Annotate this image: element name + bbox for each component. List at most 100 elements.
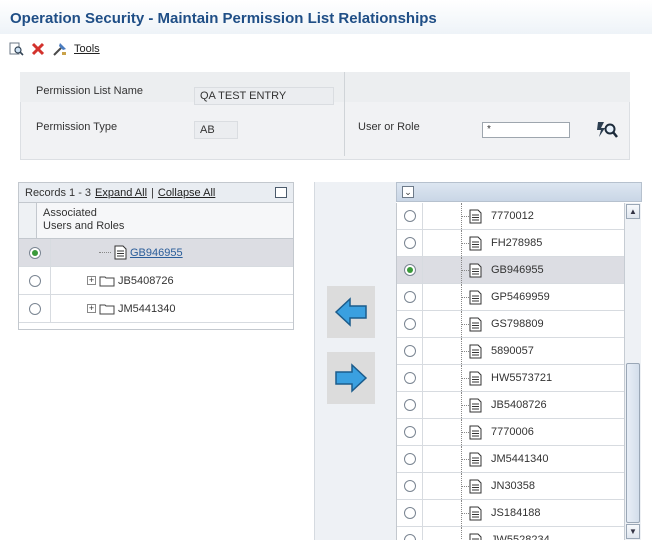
available-users-list: 7770012 FH278985 GB946955 GP5469959 GS798809… [396,203,624,540]
scroll-down-icon[interactable]: ▼ [626,524,640,539]
scroll-up-icon[interactable]: ▲ [626,204,640,219]
row-radio[interactable] [403,264,416,276]
row-radio[interactable] [28,274,41,287]
tree-node: + JB5408726 [87,275,174,287]
document-icon [469,425,482,439]
tree-line [423,257,469,283]
list-item[interactable]: GP5469959 [397,284,624,311]
document-icon [469,344,482,358]
tree-node: JS184188 [469,506,541,521]
tree-node: HW5573721 [469,371,552,386]
list-item[interactable]: GS798809 [397,311,624,338]
row-radio[interactable] [403,534,416,540]
header-select-cell [19,203,37,238]
expand-icon[interactable]: + [87,304,96,313]
select-cell [397,419,423,445]
select-cell [19,267,51,294]
user-or-role-label: User or Role [358,121,420,133]
tree-node: 7770012 [469,209,534,224]
list-item[interactable]: JB5408726 [397,392,624,419]
tree-node: GB946955 [469,263,544,278]
list-item[interactable]: HW5573721 [397,365,624,392]
row-radio[interactable] [403,345,416,357]
document-icon [469,263,482,277]
item-label: JB5408726 [491,399,547,411]
find-icon[interactable] [8,41,24,57]
row-radio[interactable] [403,237,416,249]
available-grid-header: ⌄ [396,182,642,202]
find-user-button[interactable] [596,119,618,139]
list-item[interactable]: GB946955 [397,257,624,284]
associated-users-header: Associated Users and Roles [37,203,293,238]
table-row[interactable]: + JB5408726 [19,267,293,295]
row-radio[interactable] [403,210,416,222]
table-row[interactable]: + JM5441340 [19,295,293,323]
folder-icon [99,304,115,314]
list-item[interactable]: FH278985 [397,230,624,257]
tree-line [423,419,469,445]
tree-line [423,392,469,418]
tree-line [423,500,469,526]
tree-node: JW5528234 [469,533,550,540]
item-label: 5890057 [491,345,534,357]
list-item[interactable]: 7770006 [397,419,624,446]
maximize-grid-icon[interactable] [275,187,287,198]
row-radio[interactable] [403,399,416,411]
expand-all-link[interactable]: Expand All [95,187,147,199]
tree-line [423,527,469,540]
node-label: JB5408726 [118,274,174,287]
row-radio[interactable] [28,246,41,259]
list-item[interactable]: JW5528234 [397,527,624,540]
node-link[interactable]: GB946955 [130,247,183,259]
add-button[interactable] [327,352,375,404]
tools-menu[interactable]: Tools [74,43,100,55]
scrollbar[interactable]: ▲ ▼ [624,203,641,540]
item-label: JN30358 [491,480,536,492]
item-label: 7770006 [491,426,534,438]
grid-toolbar: Records 1 - 3 Expand All | Collapse All [19,183,293,203]
row-radio[interactable] [28,302,41,315]
expand-icon[interactable]: + [87,276,96,285]
list-item[interactable]: 5890057 [397,338,624,365]
list-item[interactable]: 7770012 [397,203,624,230]
select-cell [397,338,423,364]
list-item[interactable]: JN30358 [397,473,624,500]
collapse-all-link[interactable]: Collapse All [158,187,215,199]
row-radio[interactable] [403,426,416,438]
row-radio[interactable] [403,480,416,492]
list-item[interactable]: JM5441340 [397,446,624,473]
select-cell [397,392,423,418]
tree-line [423,311,469,337]
right-arrow-icon [335,363,368,393]
item-label: GP5469959 [491,291,550,303]
select-cell [397,473,423,499]
tools-icon[interactable] [52,41,68,57]
search-icon [597,122,618,138]
row-radio[interactable] [403,372,416,384]
select-cell [397,365,423,391]
list-item[interactable]: JS184188 [397,500,624,527]
permission-type-label: Permission Type [36,121,118,133]
row-radio[interactable] [403,507,416,519]
tree-line [423,446,469,472]
tree-node: FH278985 [469,236,542,251]
scroll-thumb[interactable] [626,363,640,523]
tree-node: JM5441340 [469,452,549,467]
table-row[interactable]: GB946955 [19,239,293,267]
delete-icon[interactable] [30,41,46,57]
select-cell [19,295,51,322]
row-radio[interactable] [403,318,416,330]
item-label: JW5528234 [491,534,550,540]
tree-line [423,203,469,229]
node-label: JM5441340 [118,302,176,315]
select-cell [397,284,423,310]
chevron-down-icon[interactable]: ⌄ [402,186,414,198]
remove-button[interactable] [327,286,375,338]
select-cell [397,446,423,472]
document-icon [469,209,482,223]
row-radio[interactable] [403,291,416,303]
row-radio[interactable] [403,453,416,465]
tree-line [423,230,469,256]
tree-node: GP5469959 [469,290,550,305]
user-or-role-field[interactable]: * [482,122,570,138]
